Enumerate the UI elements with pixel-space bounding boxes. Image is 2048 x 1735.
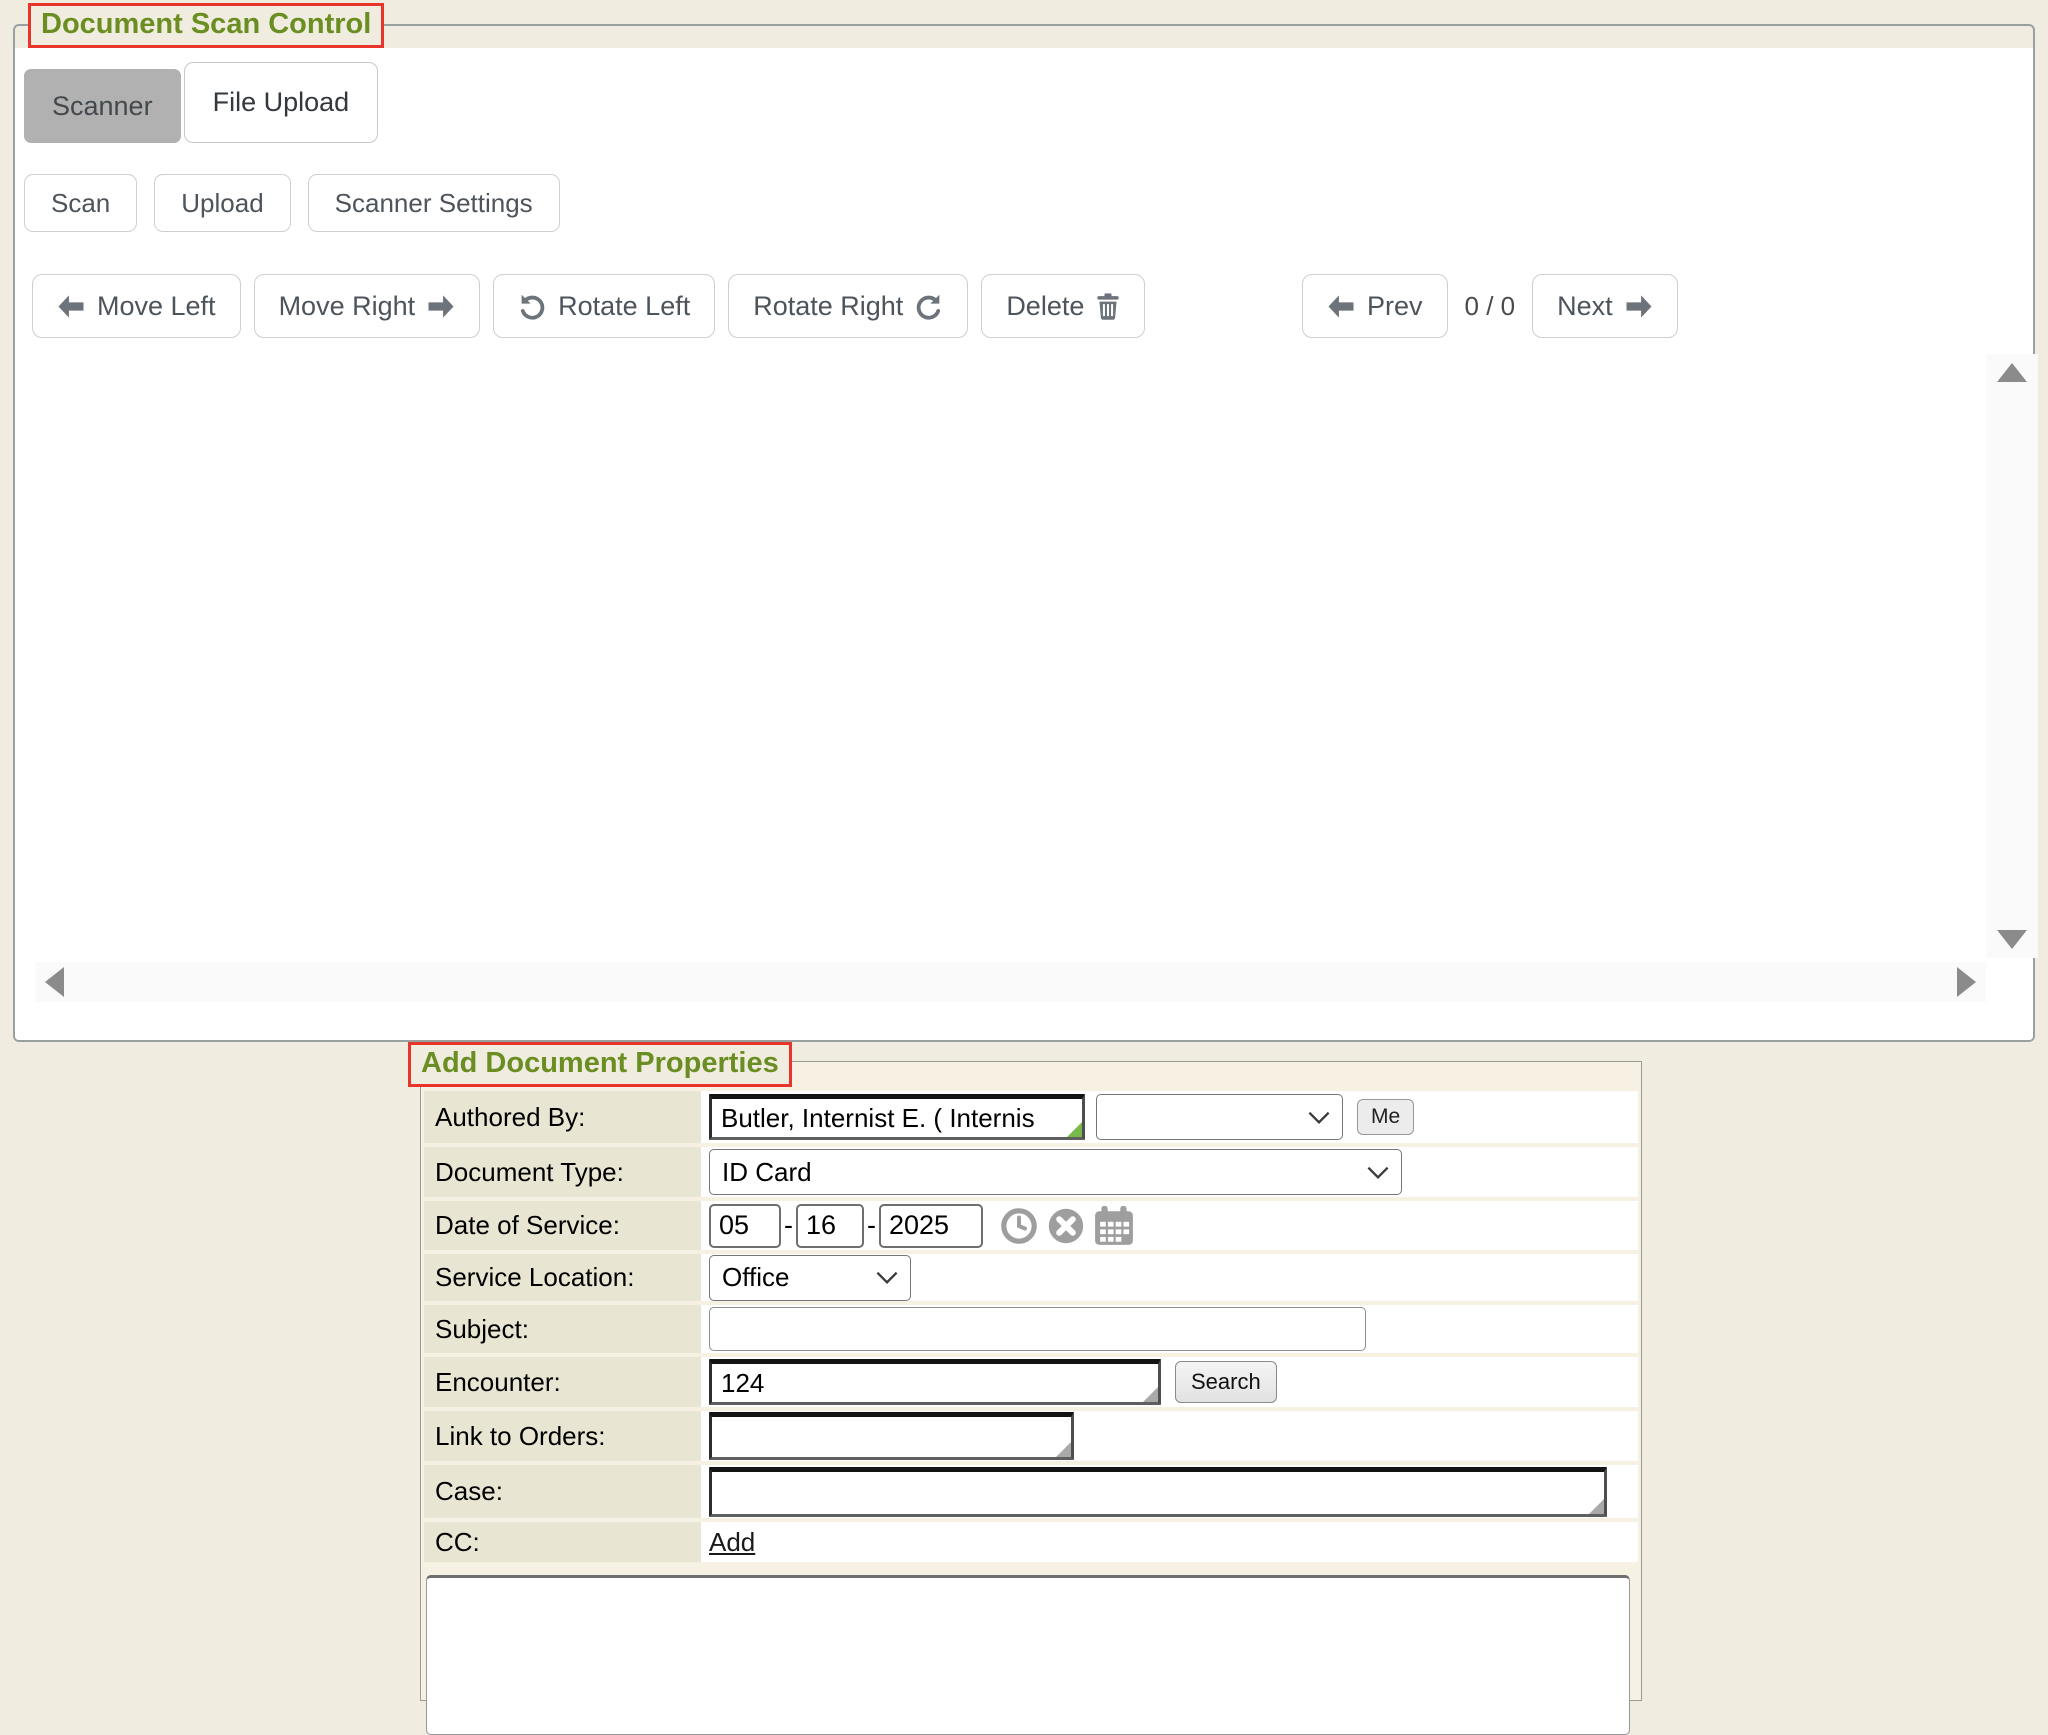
row-encounter: Encounter: Search xyxy=(424,1357,1638,1407)
row-case: Case: xyxy=(424,1465,1638,1518)
scan-control-legend: Document Scan Control xyxy=(28,3,384,48)
scroll-right-arrow-icon[interactable] xyxy=(1957,967,1976,997)
search-button[interactable]: Search xyxy=(1175,1361,1277,1403)
date-of-service-label: Date of Service: xyxy=(424,1201,701,1250)
row-document-type: Document Type: ID Card xyxy=(424,1147,1638,1197)
row-link-to-orders: Link to Orders: xyxy=(424,1411,1638,1461)
scroll-down-arrow-icon[interactable] xyxy=(1997,930,2027,949)
row-cc: CC: Add xyxy=(424,1522,1638,1562)
upload-button[interactable]: Upload xyxy=(154,174,290,232)
row-authored-by: Authored By: Me xyxy=(424,1091,1638,1143)
scroll-left-arrow-icon[interactable] xyxy=(45,967,64,997)
rotate-right-icon xyxy=(915,292,943,320)
document-notes-textarea[interactable] xyxy=(426,1575,1630,1735)
page-counter: 0 / 0 xyxy=(1465,291,1516,322)
link-to-orders-input[interactable] xyxy=(709,1412,1074,1460)
chevron-down-icon xyxy=(1367,1166,1389,1179)
move-left-label: Move Left xyxy=(97,291,216,322)
delete-button[interactable]: Delete xyxy=(981,274,1145,338)
delete-label: Delete xyxy=(1006,291,1084,322)
resize-grip-icon[interactable] xyxy=(1056,1442,1071,1457)
row-date-of-service: Date of Service: - - xyxy=(424,1201,1638,1250)
encounter-input[interactable] xyxy=(709,1359,1161,1405)
document-properties-table: Authored By: Me Document Type: xyxy=(424,1091,1638,1735)
scanner-settings-button[interactable]: Scanner Settings xyxy=(308,174,560,232)
date-year-input[interactable] xyxy=(879,1204,983,1248)
case-label: Case: xyxy=(424,1465,701,1518)
service-location-value: Office xyxy=(722,1262,789,1293)
clock-icon[interactable] xyxy=(999,1206,1039,1246)
cc-label: CC: xyxy=(424,1522,701,1562)
tab-file-upload[interactable]: File Upload xyxy=(184,62,379,143)
prev-label: Prev xyxy=(1367,291,1423,322)
rotate-left-label: Rotate Left xyxy=(558,291,690,322)
arrow-left-icon xyxy=(1327,294,1355,319)
case-input[interactable] xyxy=(709,1467,1607,1517)
rotate-left-button[interactable]: Rotate Left xyxy=(493,274,715,338)
rotate-right-button[interactable]: Rotate Right xyxy=(728,274,968,338)
move-right-label: Move Right xyxy=(279,291,416,322)
rotate-right-label: Rotate Right xyxy=(753,291,903,322)
page-navigation: Prev 0 / 0 Next xyxy=(1302,274,1678,338)
calendar-icon[interactable] xyxy=(1093,1205,1135,1247)
link-to-orders-label: Link to Orders: xyxy=(424,1411,701,1461)
scan-tabs: Scanner File Upload xyxy=(24,62,378,143)
chevron-down-icon xyxy=(876,1271,898,1284)
resize-grip-icon[interactable] xyxy=(1143,1387,1158,1402)
row-subject: Subject: xyxy=(424,1305,1638,1353)
vertical-scrollbar[interactable] xyxy=(1986,354,2038,958)
document-properties-fieldset: Authored By: Me Document Type: xyxy=(420,1061,1642,1701)
arrow-right-icon xyxy=(1625,294,1653,319)
chevron-down-icon xyxy=(1308,1111,1330,1124)
authored-by-input[interactable] xyxy=(709,1094,1085,1140)
tab-scanner[interactable]: Scanner xyxy=(24,69,181,143)
subject-label: Subject: xyxy=(424,1305,701,1353)
date-separator: - xyxy=(867,1210,876,1241)
scan-control-fieldset: Scanner File Upload Scan Upload Scanner … xyxy=(13,24,2035,1042)
authored-by-label: Authored By: xyxy=(424,1091,701,1143)
prev-button[interactable]: Prev xyxy=(1302,274,1448,338)
date-month-input[interactable] xyxy=(709,1204,781,1248)
resize-grip-icon[interactable] xyxy=(1067,1122,1082,1137)
move-right-button[interactable]: Move Right xyxy=(254,274,481,338)
page: { "page": { "background": "#f1ece0" }, "… xyxy=(0,0,2048,1649)
scan-button[interactable]: Scan xyxy=(24,174,137,232)
me-button[interactable]: Me xyxy=(1357,1099,1414,1135)
cc-add-link[interactable]: Add xyxy=(709,1527,755,1558)
clear-date-icon[interactable] xyxy=(1046,1206,1086,1246)
horizontal-scrollbar[interactable] xyxy=(35,962,1986,1002)
document-type-label: Document Type: xyxy=(424,1147,701,1197)
resize-grip-icon[interactable] xyxy=(1589,1499,1604,1514)
service-location-label: Service Location: xyxy=(424,1254,701,1301)
image-toolbar: Move Left Move Right Rotate Left Rotate … xyxy=(32,274,1145,338)
subject-input[interactable] xyxy=(709,1307,1366,1351)
move-left-button[interactable]: Move Left xyxy=(32,274,241,338)
next-button[interactable]: Next xyxy=(1532,274,1678,338)
next-label: Next xyxy=(1557,291,1613,322)
scroll-up-arrow-icon[interactable] xyxy=(1997,363,2027,382)
service-location-select[interactable]: Office xyxy=(709,1255,911,1301)
row-service-location: Service Location: Office xyxy=(424,1254,1638,1301)
document-type-select[interactable]: ID Card xyxy=(709,1149,1402,1195)
document-properties-legend: Add Document Properties xyxy=(408,1042,792,1087)
date-separator: - xyxy=(784,1210,793,1241)
authored-by-select[interactable] xyxy=(1096,1094,1343,1140)
encounter-label: Encounter: xyxy=(424,1357,701,1407)
document-type-value: ID Card xyxy=(722,1157,812,1188)
scan-action-row: Scan Upload Scanner Settings xyxy=(24,174,560,232)
arrow-right-icon xyxy=(427,294,455,319)
trash-icon xyxy=(1096,293,1120,320)
date-day-input[interactable] xyxy=(796,1204,864,1248)
arrow-left-icon xyxy=(57,294,85,319)
rotate-left-icon xyxy=(518,292,546,320)
